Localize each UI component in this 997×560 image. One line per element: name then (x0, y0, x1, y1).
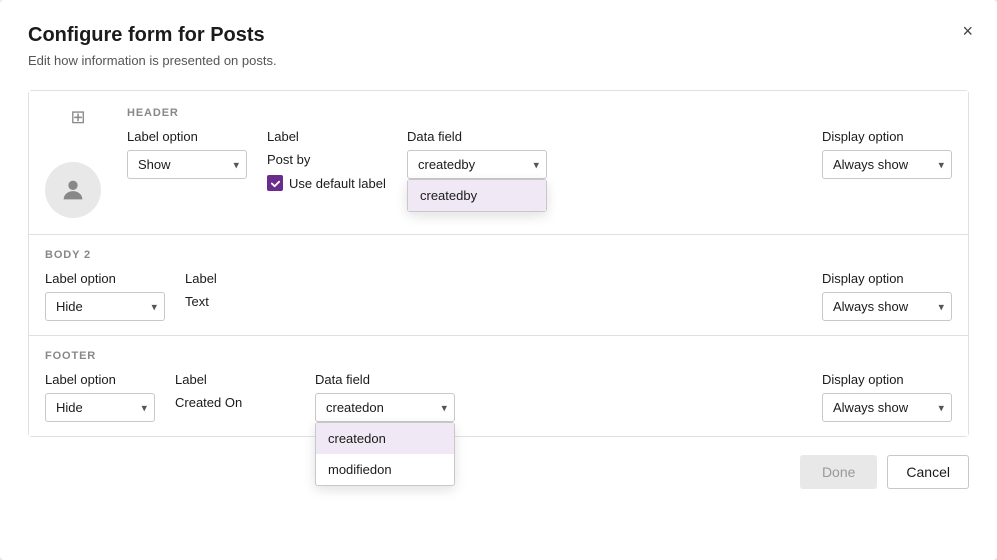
footer-display-option-label: Display option (822, 372, 952, 387)
body2-label-col-value: Text (185, 292, 305, 309)
header-label-option-select-wrapper: Show Hide ▾ (127, 150, 247, 179)
body2-display-option-group: Display option Always show ▾ (822, 271, 952, 321)
close-button[interactable]: × (958, 18, 977, 44)
header-data-field-group: Data field createdby ▾ createdby (407, 129, 547, 179)
footer-section: FOOTER Label option Hide Show ▾ Label (29, 336, 968, 436)
header-fields-row: Label option Show Hide ▾ Label Post by (127, 129, 952, 191)
header-data-field-select[interactable]: createdby (407, 150, 547, 179)
footer-data-field-select-wrapper: createdon modifiedon ▾ (315, 393, 455, 422)
body2-label-group: Label Text (185, 271, 305, 309)
done-button[interactable]: Done (800, 455, 877, 489)
header-checkbox-row: Use default label (267, 175, 387, 191)
header-data-field-label: Data field (407, 129, 547, 144)
form-card: ⊞ HEADER Label option (28, 90, 969, 437)
footer-label-option-label: Label option (45, 372, 155, 387)
footer-data-field-select[interactable]: createdon modifiedon (315, 393, 455, 422)
footer-label-col-value: Created On (175, 393, 295, 410)
body2-label-option-select-wrapper: Hide Show ▾ (45, 292, 165, 321)
body2-label-option-select[interactable]: Hide Show (45, 292, 165, 321)
body2-section-label: BODY 2 (45, 249, 952, 261)
footer-dropdown-item-createdon[interactable]: createdon (316, 423, 454, 454)
header-checkbox-label: Use default label (289, 176, 386, 191)
footer-data-field-group: Data field createdon modifiedon ▾ create… (315, 372, 455, 422)
footer-data-field-dropdown: createdon modifiedon (315, 422, 455, 486)
footer-label-option-select-wrapper: Hide Show ▾ (45, 393, 155, 422)
header-checkbox[interactable] (267, 175, 283, 191)
avatar-area: ⊞ (45, 107, 111, 218)
avatar (45, 162, 101, 218)
body2-section: BODY 2 Label option Hide Show ▾ Label (29, 235, 968, 336)
footer-label-option-group: Label option Hide Show ▾ (45, 372, 155, 422)
header-label-col-value: Post by (267, 150, 387, 167)
header-section: ⊞ HEADER Label option (29, 91, 968, 235)
header-label-option-label: Label option (127, 129, 247, 144)
body2-label-option-group: Label option Hide Show ▾ (45, 271, 165, 321)
footer-display-option-group: Display option Always show ▾ (822, 372, 952, 422)
footer-label-option-select[interactable]: Hide Show (45, 393, 155, 422)
footer-label-group: Label Created On (175, 372, 295, 410)
header-label-option-group: Label option Show Hide ▾ (127, 129, 247, 179)
body2-display-option-select[interactable]: Always show (822, 292, 952, 321)
footer-data-field-label: Data field (315, 372, 455, 387)
footer-fields-row: Label option Hide Show ▾ Label Created O… (45, 372, 952, 422)
body2-fields-row: Label option Hide Show ▾ Label Text (45, 271, 952, 321)
header-label-option-select[interactable]: Show Hide (127, 150, 247, 179)
configure-form-dialog: Configure form for Posts Edit how inform… (0, 0, 997, 560)
header-data-field-dropdown: createdby (407, 179, 547, 212)
dialog-subtitle: Edit how information is presented on pos… (28, 53, 969, 68)
grid-icon: ⊞ (70, 107, 85, 128)
footer-dropdown-item-modifiedon[interactable]: modifiedon (316, 454, 454, 485)
body2-display-option-select-wrapper: Always show ▾ (822, 292, 952, 321)
header-dropdown-item-createdby[interactable]: createdby (408, 180, 546, 211)
body2-display-option-label: Display option (822, 271, 952, 286)
header-display-option-label: Display option (822, 129, 952, 144)
header-label-group: Label Post by Use default label (267, 129, 387, 191)
header-fields: HEADER Label option Show Hide ▾ (127, 107, 952, 191)
header-display-option-select[interactable]: Always show (822, 150, 952, 179)
header-section-label: HEADER (127, 107, 952, 119)
header-display-option-group: Display option Always show ▾ (822, 129, 952, 179)
dialog-title: Configure form for Posts (28, 24, 969, 47)
cancel-button[interactable]: Cancel (887, 455, 969, 489)
header-data-field-select-wrapper: createdby ▾ (407, 150, 547, 179)
footer-display-option-select-wrapper: Always show ▾ (822, 393, 952, 422)
footer-label-col-label: Label (175, 372, 295, 387)
header-label-col-label: Label (267, 129, 387, 144)
dialog-footer: Done Cancel (28, 455, 969, 489)
body2-label-col-label: Label (185, 271, 305, 286)
header-display-option-select-wrapper: Always show ▾ (822, 150, 952, 179)
footer-section-label: FOOTER (45, 350, 952, 362)
body2-label-option-label: Label option (45, 271, 165, 286)
footer-display-option-select[interactable]: Always show (822, 393, 952, 422)
